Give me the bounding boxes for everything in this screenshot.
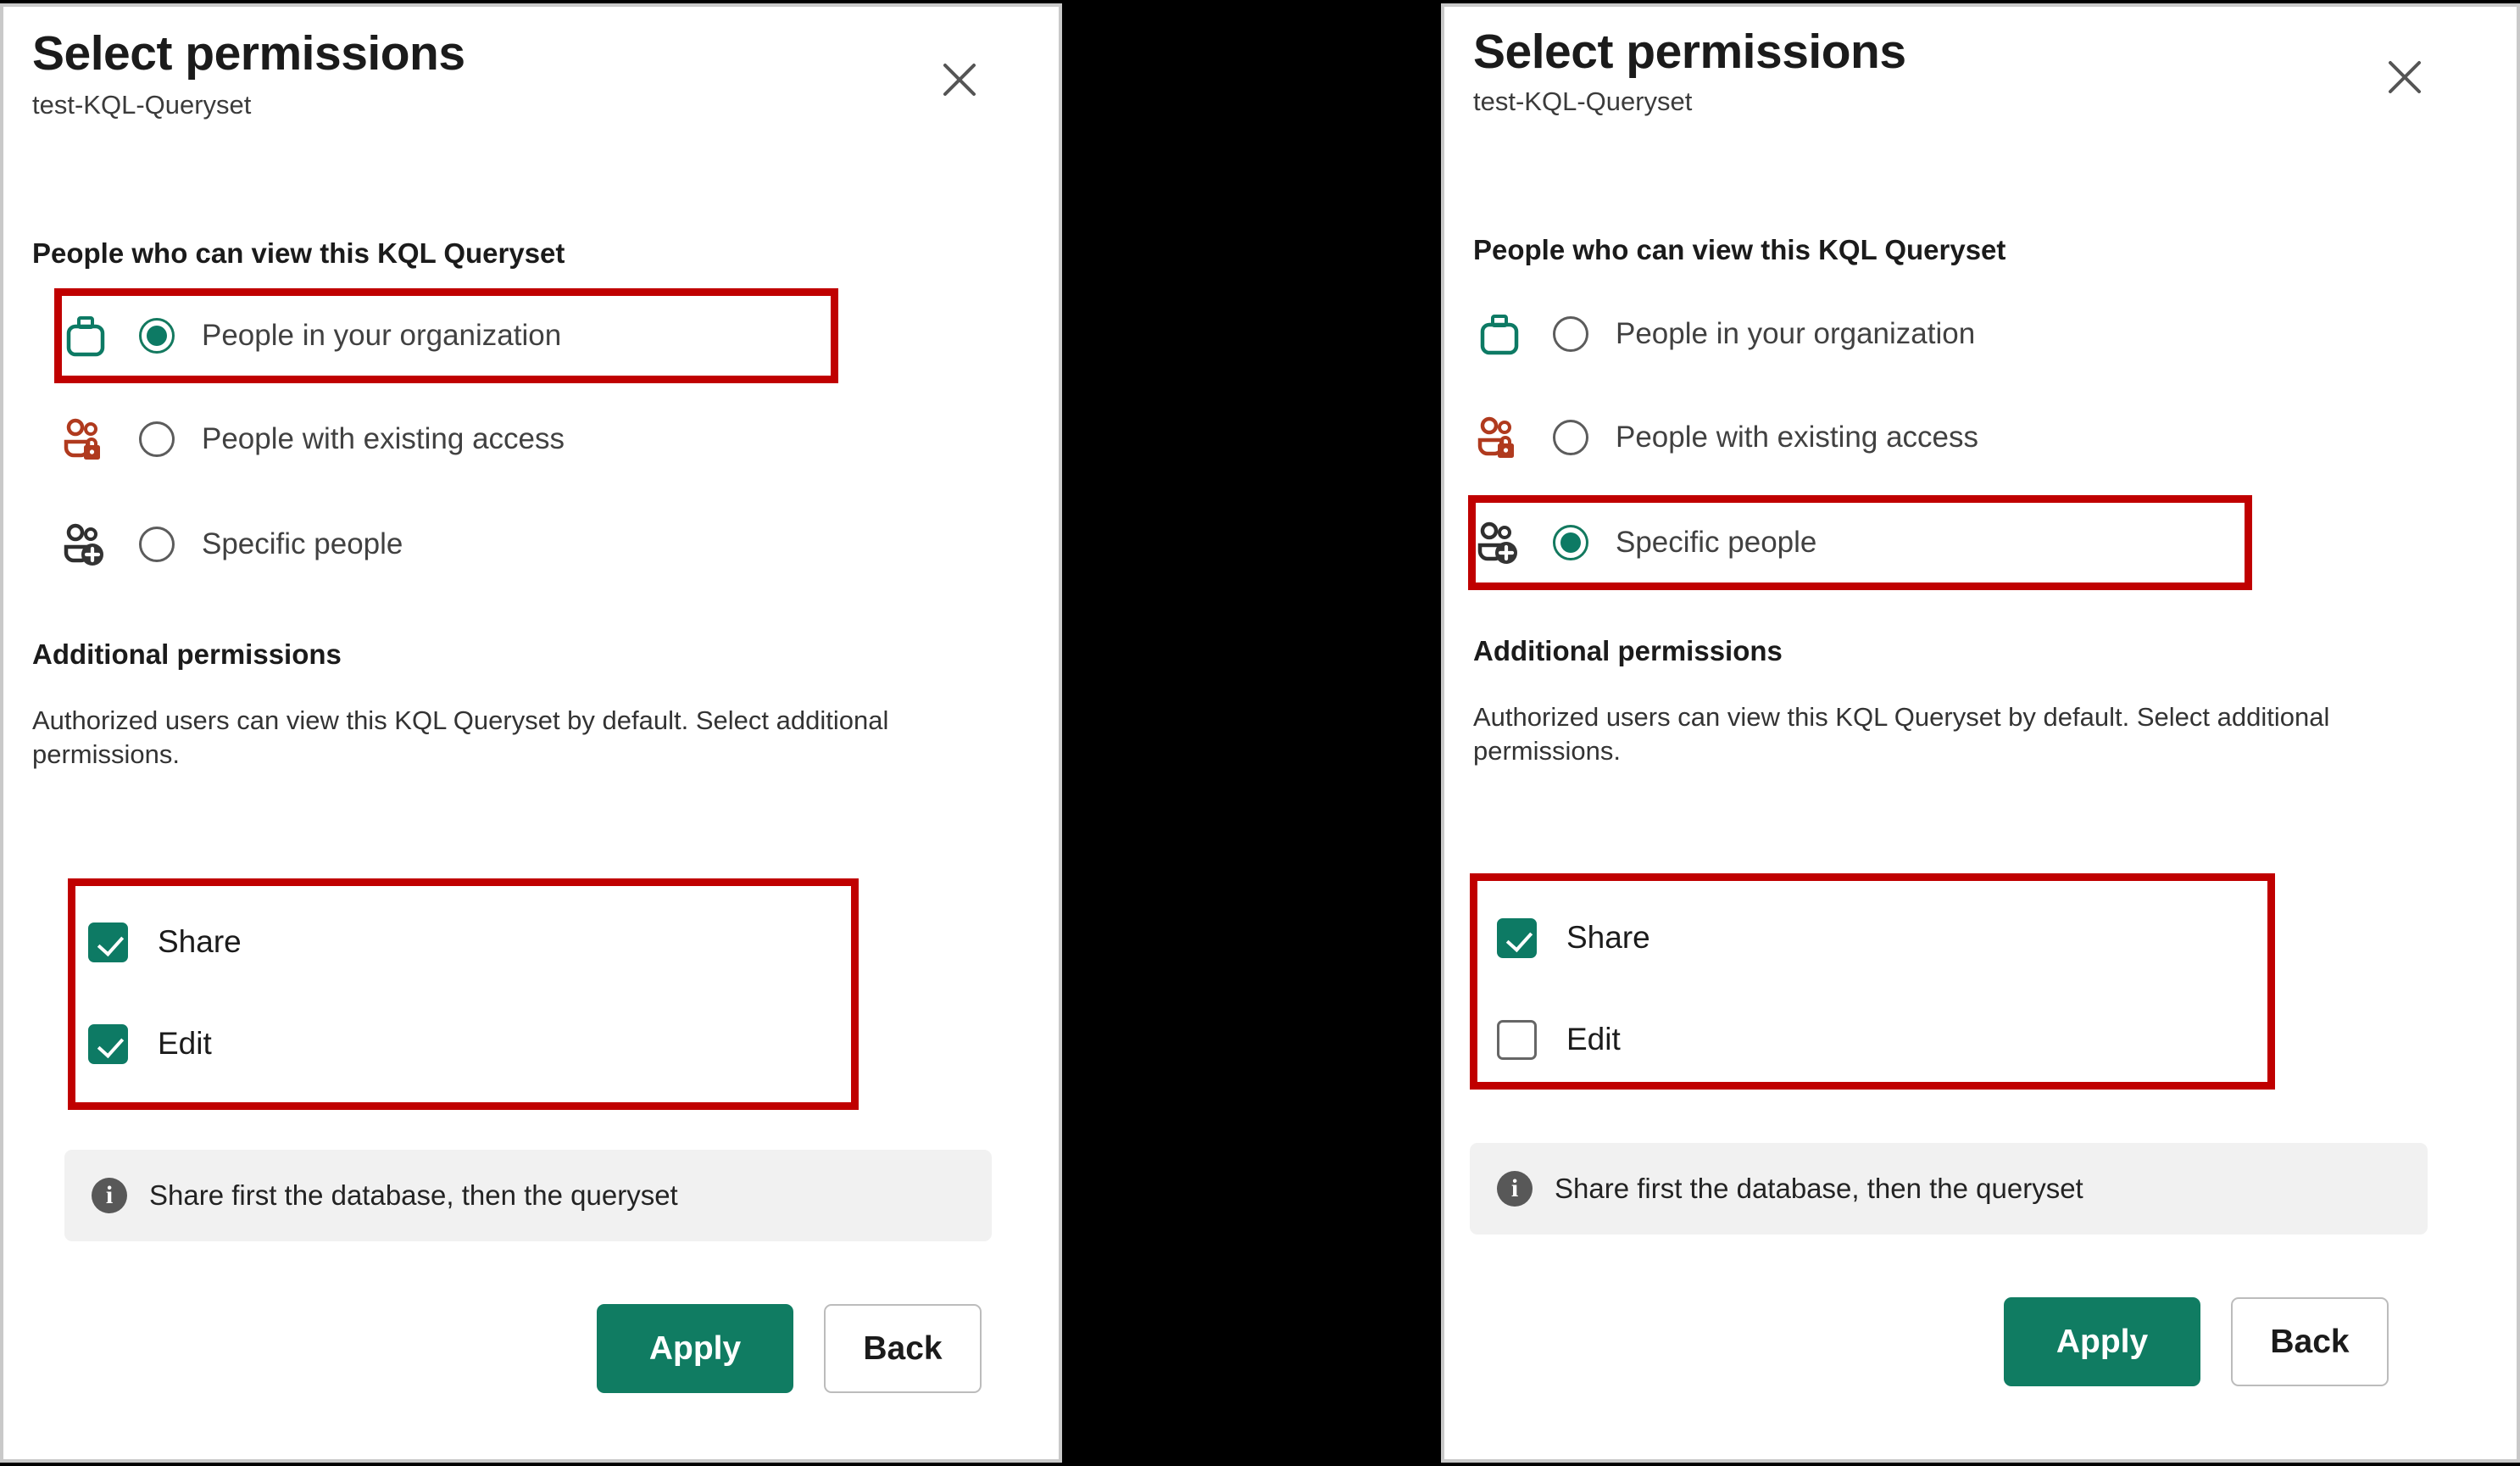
additional-permissions-description: Authorized users can view this KQL Query…	[1473, 702, 2330, 766]
close-button[interactable]	[2378, 51, 2431, 103]
briefcase-icon	[1473, 308, 1526, 360]
audience-option-label: People with existing access	[1616, 421, 1978, 454]
audience-option-specific-people[interactable]: Specific people	[59, 514, 403, 575]
permission-label: Share	[1566, 920, 1650, 955]
permissions-dialog-left: Select permissions test-KQL-Queryset Peo…	[0, 3, 1062, 1463]
radio-specific-people[interactable]	[1553, 525, 1588, 560]
permission-edit-row[interactable]: Edit	[1497, 1014, 1621, 1065]
info-message: Share first the database, then the query…	[1555, 1173, 2083, 1204]
permission-share-row[interactable]: Share	[1497, 912, 1650, 963]
audience-option-specific-people[interactable]: Specific people	[1473, 512, 1816, 573]
permission-label: Edit	[1566, 1022, 1621, 1056]
additional-permissions-title: Additional permissions	[1473, 635, 1783, 666]
additional-permissions-title: Additional permissions	[32, 638, 342, 670]
apply-button[interactable]: Apply	[597, 1304, 793, 1393]
radio-people-in-organization[interactable]	[1553, 316, 1588, 352]
audience-option-label: People in your organization	[202, 319, 562, 352]
apply-button[interactable]: Apply	[2004, 1297, 2200, 1386]
audience-option-people-with-existing-access[interactable]: People with existing access	[1473, 407, 1978, 468]
people-lock-icon	[1473, 411, 1526, 464]
radio-people-with-existing-access[interactable]	[139, 421, 175, 457]
people-add-icon	[1473, 516, 1526, 569]
audience-option-label: People in your organization	[1616, 317, 1976, 350]
info-icon: i	[92, 1178, 127, 1213]
people-lock-icon	[59, 413, 112, 465]
additional-permissions-description: Authorized users can view this KQL Query…	[32, 705, 889, 769]
dialog-subtitle: test-KQL-Queryset	[1473, 86, 1693, 116]
audience-option-label: Specific people	[1616, 526, 1817, 559]
back-button[interactable]: Back	[2231, 1297, 2389, 1386]
audience-option-people-in-organization[interactable]: People in your organization	[59, 305, 561, 366]
close-icon	[943, 64, 976, 96]
audience-option-label: People with existing access	[202, 422, 565, 455]
checkbox-share[interactable]	[88, 922, 128, 962]
close-button[interactable]	[933, 53, 986, 106]
permission-edit-row[interactable]: Edit	[88, 1018, 212, 1069]
briefcase-icon	[59, 309, 112, 362]
permission-label: Edit	[158, 1026, 212, 1061]
permission-label: Share	[158, 924, 242, 959]
checkbox-edit[interactable]	[1497, 1019, 1537, 1060]
audience-option-people-in-organization[interactable]: People in your organization	[1473, 304, 1975, 365]
viewers-section-title: People who can view this KQL Queryset	[32, 237, 565, 269]
people-add-icon	[59, 518, 112, 571]
radio-specific-people[interactable]	[139, 527, 175, 562]
info-icon: i	[1497, 1171, 1533, 1207]
page-title: Select permissions	[32, 26, 465, 81]
highlight-additional-permissions	[68, 878, 859, 1110]
checkbox-share[interactable]	[1497, 917, 1537, 958]
audience-option-label: Specific people	[202, 527, 403, 560]
radio-people-with-existing-access[interactable]	[1553, 420, 1588, 455]
audience-option-people-with-existing-access[interactable]: People with existing access	[59, 409, 565, 470]
permission-share-row[interactable]: Share	[88, 917, 242, 967]
permissions-dialog-right: Select permissions test-KQL-Queryset Peo…	[1441, 3, 2520, 1463]
page-title: Select permissions	[1473, 25, 1906, 79]
info-message: Share first the database, then the query…	[149, 1179, 678, 1211]
back-button[interactable]: Back	[824, 1304, 982, 1393]
dialog-subtitle: test-KQL-Queryset	[32, 90, 252, 120]
checkbox-edit[interactable]	[88, 1023, 128, 1064]
viewers-section-title: People who can view this KQL Queryset	[1473, 234, 2006, 265]
close-icon	[2389, 61, 2421, 93]
radio-people-in-organization[interactable]	[139, 318, 175, 354]
info-bar: i Share first the database, then the que…	[1470, 1143, 2428, 1235]
info-bar: i Share first the database, then the que…	[64, 1150, 992, 1241]
